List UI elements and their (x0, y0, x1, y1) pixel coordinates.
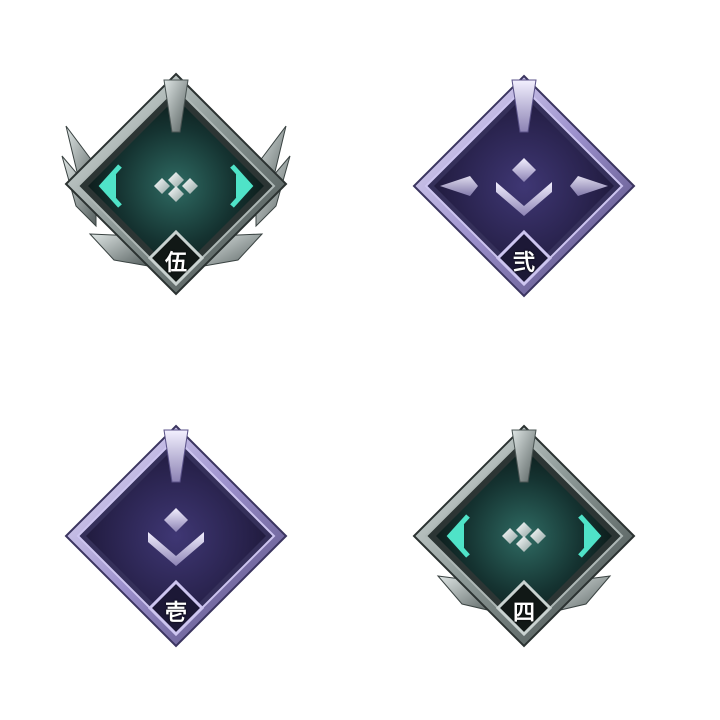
rank-numeral: 伍 (164, 251, 187, 276)
rank-badge-5: 伍 (56, 66, 296, 306)
rank-numeral: 壱 (164, 601, 187, 626)
rank-numeral: 弐 (512, 251, 535, 276)
rank-badge-1: 壱 (56, 416, 296, 656)
rank-badge-2: 弐 (404, 66, 644, 306)
rank-numeral: 四 (512, 601, 535, 626)
rank-badge-4: 四 (404, 416, 644, 656)
